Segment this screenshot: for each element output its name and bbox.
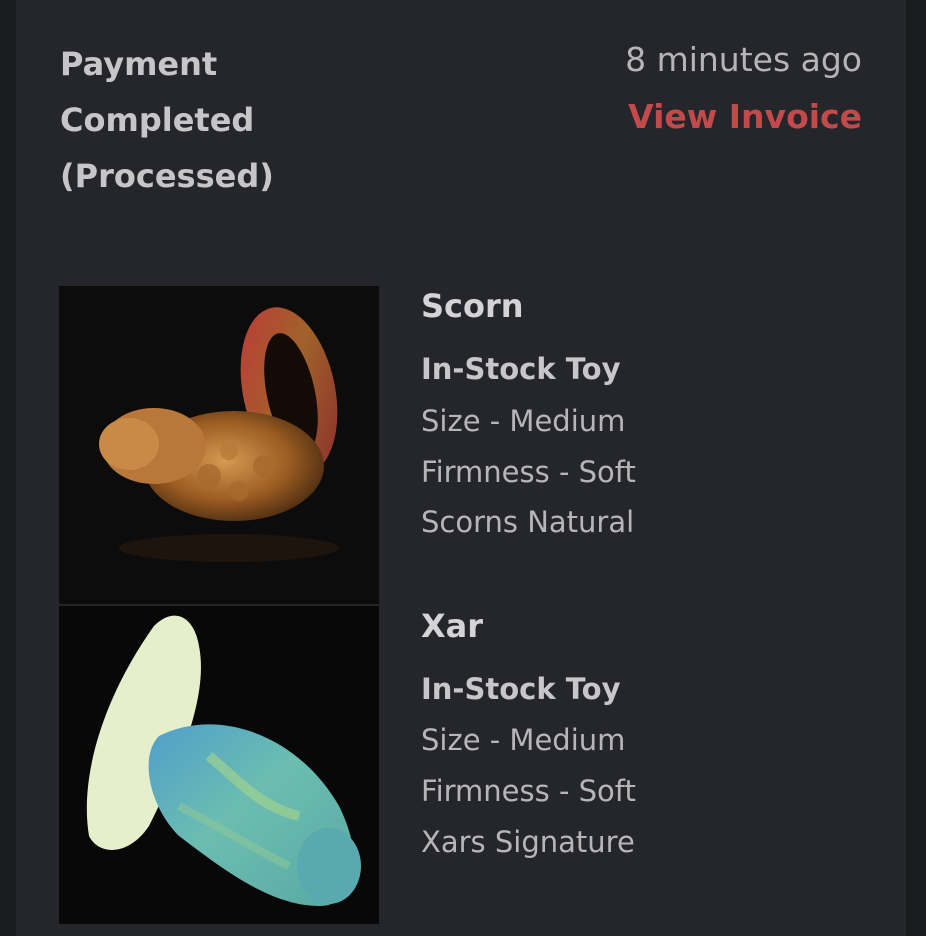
item-type: In-Stock Toy [421,672,621,706]
item-firmness: Firmness - Soft [421,455,636,489]
view-invoice-link[interactable]: View Invoice [628,93,862,141]
product-image-xar[interactable] [59,606,379,924]
product-photo-xar-icon [59,606,379,924]
item-type: In-Stock Toy [421,352,621,386]
item-color: Scorns Natural [421,505,635,539]
item-firmness: Firmness - Soft [421,774,636,808]
product-photo-scorn-icon [59,286,379,604]
item-size: Size - Medium [421,723,626,757]
product-image-scorn[interactable] [59,286,379,604]
page: Payment Completed (Processed) 8 minutes … [0,0,926,936]
order-timestamp: 8 minutes ago [625,40,862,79]
order-card: Payment Completed (Processed) 8 minutes … [16,0,906,936]
item-name[interactable]: Scorn [421,284,524,328]
item-name[interactable]: Xar [421,604,483,648]
payment-status: Payment Completed (Processed) [60,45,274,195]
item-size: Size - Medium [421,404,626,438]
item-color: Xars Signature [421,825,635,859]
